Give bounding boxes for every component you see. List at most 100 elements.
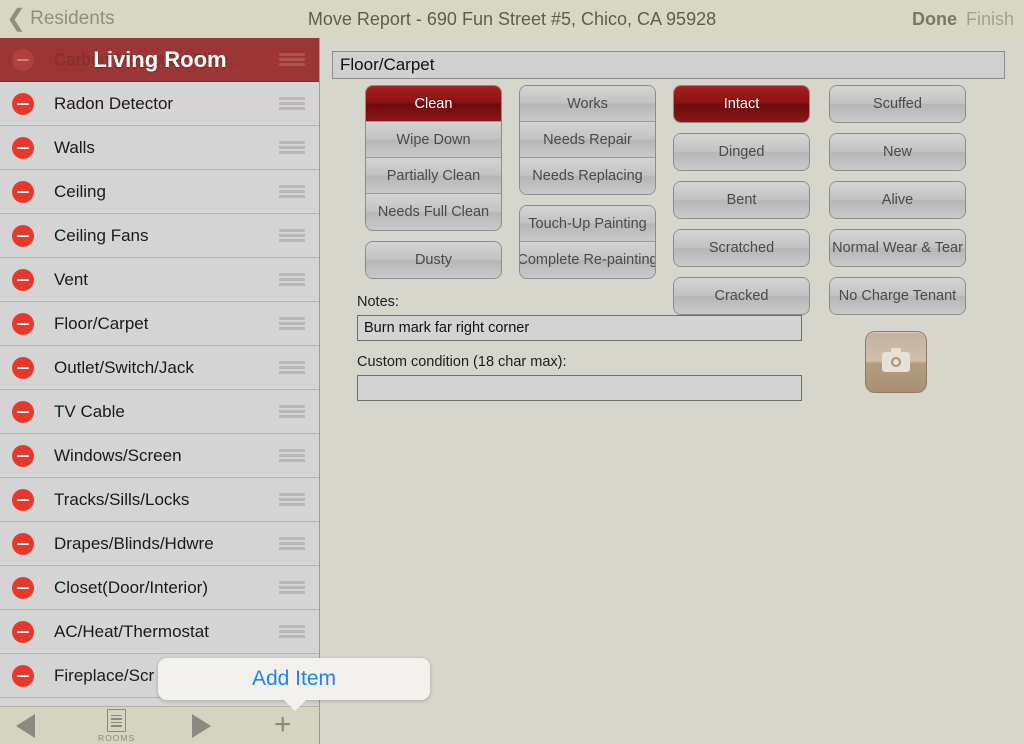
reorder-handle-icon[interactable] — [279, 581, 305, 594]
condition-option-button[interactable]: New — [830, 134, 965, 170]
rooms-button[interactable]: ROOMS — [98, 709, 135, 743]
reorder-handle-icon[interactable] — [279, 273, 305, 286]
delete-item-icon[interactable] — [12, 48, 34, 71]
reorder-handle-icon[interactable] — [279, 97, 305, 110]
delete-item-icon[interactable] — [12, 92, 34, 115]
custom-condition-input[interactable] — [357, 375, 802, 401]
list-item[interactable]: TV Cable — [0, 390, 319, 434]
condition-option-button[interactable]: Alive — [830, 182, 965, 218]
condition-option-button[interactable]: Intact — [674, 86, 809, 122]
reorder-handle-icon[interactable] — [279, 229, 305, 242]
condition-column-1: Clean Wipe Down Partially Clean Needs Full … — [365, 85, 502, 289]
reorder-handle-icon[interactable] — [279, 625, 305, 638]
delete-item-icon[interactable] — [12, 444, 34, 467]
delete-item-icon[interactable] — [12, 224, 34, 247]
reorder-handle-icon[interactable] — [279, 449, 305, 462]
list-item-label: Outlet/Switch/Jack — [54, 357, 194, 377]
list-item[interactable]: Tracks/Sills/Locks — [0, 478, 319, 522]
delete-item-icon[interactable] — [12, 664, 34, 687]
condition-option-button[interactable]: Needs Repair — [520, 122, 655, 158]
condition-group: New — [829, 133, 966, 171]
add-item-button[interactable]: Add Item — [252, 667, 336, 691]
list-item-label: Ceiling — [54, 181, 106, 201]
add-item-toolbar-button[interactable]: + — [274, 709, 292, 741]
condition-option-button[interactable]: Dinged — [674, 134, 809, 170]
list-document-icon — [107, 709, 127, 732]
delete-item-icon[interactable] — [12, 312, 34, 335]
reorder-handle-icon[interactable] — [279, 361, 305, 374]
list-item[interactable]: Outlet/Switch/Jack — [0, 346, 319, 390]
delete-item-icon[interactable] — [12, 136, 34, 159]
condition-option-button[interactable]: Clean — [366, 86, 501, 122]
delete-item-icon[interactable] — [12, 180, 34, 203]
list-item[interactable]: Windows/Screen — [0, 434, 319, 478]
camera-button[interactable] — [865, 331, 927, 393]
reorder-handle-icon[interactable] — [279, 53, 305, 66]
reorder-handle-icon[interactable] — [279, 493, 305, 506]
condition-option-button[interactable]: Scuffed — [830, 86, 965, 122]
list-item[interactable]: Carbon Monoxide Dete… — [0, 38, 319, 82]
list-item[interactable]: Closet(Door/Interior) — [0, 566, 319, 610]
condition-option-button[interactable]: Needs Replacing — [520, 158, 655, 194]
finish-button[interactable]: Finish — [966, 9, 1014, 30]
list-item-label: Fireplace/Scr — [54, 665, 155, 685]
delete-item-icon[interactable] — [12, 620, 34, 643]
reorder-handle-icon[interactable] — [279, 141, 305, 154]
previous-room-button[interactable] — [16, 714, 35, 738]
condition-group: Bent — [673, 181, 810, 219]
list-item[interactable]: Ceiling Fans — [0, 214, 319, 258]
list-item[interactable]: Walls — [0, 126, 319, 170]
delete-item-icon[interactable] — [12, 488, 34, 511]
condition-option-button[interactable]: Partially Clean — [366, 158, 501, 194]
condition-option-button[interactable]: Bent — [674, 182, 809, 218]
delete-item-icon[interactable] — [12, 532, 34, 555]
list-item[interactable]: Ceiling — [0, 170, 319, 214]
list-item[interactable]: AC/Heat/Thermostat — [0, 610, 319, 654]
delete-item-icon[interactable] — [12, 576, 34, 599]
list-item[interactable]: Drapes/Blinds/Hdwre — [0, 522, 319, 566]
condition-option-button[interactable]: Dusty — [366, 242, 501, 278]
camera-icon — [882, 348, 910, 372]
list-item-label: AC/Heat/Thermostat — [54, 621, 209, 641]
custom-condition-label: Custom condition (18 char max): — [357, 354, 567, 370]
condition-group: Scratched — [673, 229, 810, 267]
reorder-handle-icon[interactable] — [279, 185, 305, 198]
add-item-popover: Add Item — [158, 658, 430, 711]
list-item-label: Drapes/Blinds/Hdwre — [54, 533, 214, 553]
list-item[interactable]: Radon Detector — [0, 82, 319, 126]
list-item-label: Ceiling Fans — [54, 225, 149, 245]
condition-option-button[interactable]: Needs Full Clean — [366, 194, 501, 230]
delete-item-icon[interactable] — [12, 268, 34, 291]
condition-option-button[interactable]: Touch-Up Painting — [520, 206, 655, 242]
list-item-label: Tracks/Sills/Locks — [54, 489, 190, 509]
navbar-actions: Done Finish — [912, 9, 1014, 30]
list-item-label: Vent — [54, 269, 89, 289]
condition-option-button[interactable]: Works — [520, 86, 655, 122]
notes-section: Notes: Burn mark far right corner Custom… — [357, 294, 807, 414]
next-room-button[interactable] — [192, 714, 211, 738]
condition-column-4: Scuffed New Alive Normal Wear & Tear No Char… — [829, 85, 966, 325]
condition-option-button[interactable]: Wipe Down — [366, 122, 501, 158]
reorder-handle-icon[interactable] — [279, 537, 305, 550]
triangle-right-icon — [192, 714, 211, 738]
item-name-field[interactable]: Floor/Carpet — [332, 51, 1005, 79]
condition-option-button[interactable]: Complete Re-painting — [520, 242, 655, 278]
inspection-item-sidebar[interactable]: Carbon Monoxide Dete… Radon Detector Walls… — [0, 38, 320, 706]
list-item[interactable]: Vent — [0, 258, 319, 302]
list-item-label: Windows/Screen — [54, 445, 182, 465]
condition-group: Dusty — [365, 241, 502, 279]
condition-option-button[interactable]: Scratched — [674, 230, 809, 266]
delete-item-icon[interactable] — [12, 400, 34, 423]
delete-item-icon[interactable] — [12, 356, 34, 379]
notes-input[interactable]: Burn mark far right corner — [357, 315, 802, 341]
main-content: Floor/Carpet Clean Wipe Down Partially Cle… — [321, 38, 1024, 744]
plus-icon: + — [274, 708, 292, 741]
list-item[interactable]: Floor/Carpet — [0, 302, 319, 346]
done-button[interactable]: Done — [912, 9, 957, 30]
condition-option-button[interactable]: No Charge Tenant — [830, 278, 965, 314]
reorder-handle-icon[interactable] — [279, 405, 305, 418]
reorder-handle-icon[interactable] — [279, 317, 305, 330]
condition-group: Touch-Up Painting Complete Re-painting — [519, 205, 656, 279]
condition-option-button[interactable]: Normal Wear & Tear — [830, 230, 965, 266]
list-item-label: Walls — [54, 137, 95, 157]
